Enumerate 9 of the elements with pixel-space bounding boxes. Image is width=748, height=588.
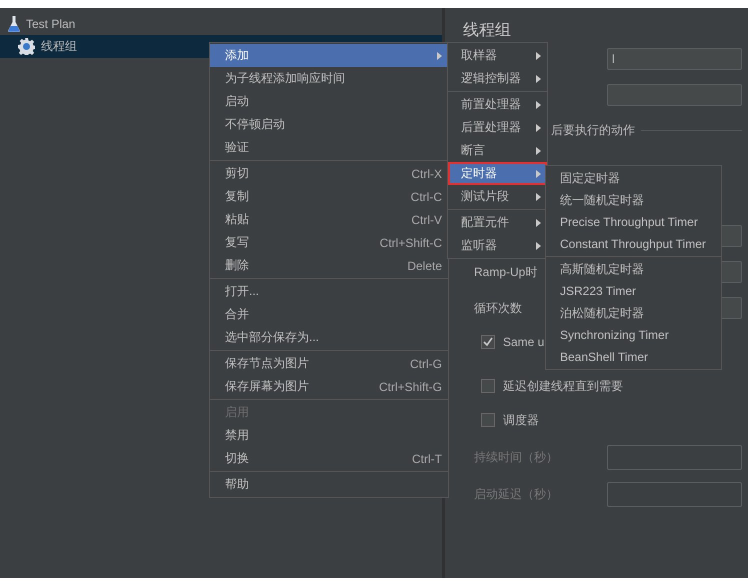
- section-label: 后要执行的动作: [551, 122, 635, 139]
- checkbox-label: 调度器: [503, 412, 539, 428]
- checkbox-label: 延迟创建线程直到需要: [503, 378, 623, 394]
- field-label: 持续时间（秒）: [474, 450, 558, 464]
- panel-title: 线程组: [463, 20, 512, 41]
- field-label: Ramp-Up时: [474, 264, 538, 278]
- field-label: 循环次数: [474, 300, 522, 314]
- checkbox-label: Same u: [503, 335, 544, 349]
- field-label: 启动延迟（秒）: [474, 487, 558, 501]
